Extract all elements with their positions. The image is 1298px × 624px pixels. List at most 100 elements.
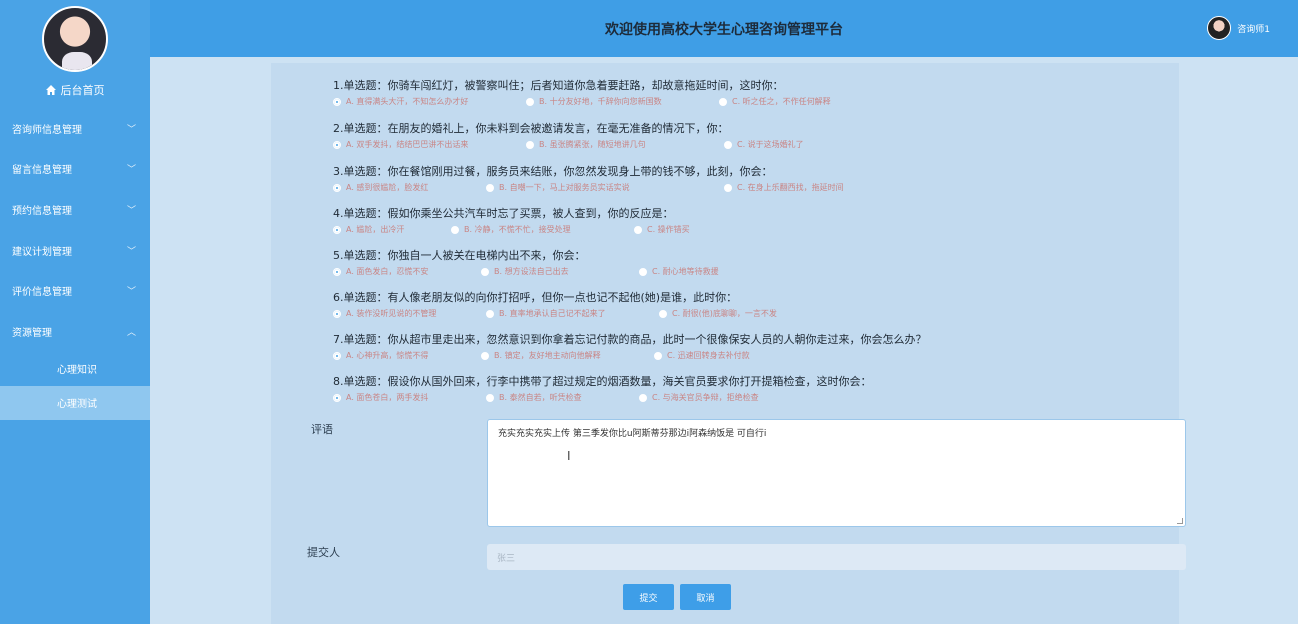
radio-icon[interactable]: [333, 225, 341, 234]
radio-icon[interactable]: [724, 183, 732, 192]
option-radio[interactable]: C. 操作错买: [634, 224, 690, 235]
option-radio[interactable]: B. 直率地承认自己记不起来了: [486, 308, 641, 319]
user-avatar[interactable]: [1207, 16, 1232, 40]
question-options: A. 心神升高，惊慌不得 B. 镇定，友好地主动向他解释 C. 迅速回转身去补付…: [333, 350, 1163, 361]
question-options: A. 装作没听见说的不管理 B. 直率地承认自己记不起来了 C. 耐很(他)底聊…: [333, 308, 1163, 319]
question-item: 2.单选题：在朋友的婚礼上，你未料到会被邀请发言，在毫无准备的情况下，你： A.…: [333, 120, 1163, 150]
sidebar-item-reviews[interactable]: 评价信息管理 ﹀: [0, 270, 150, 311]
comment-textarea[interactable]: 充实充实充实上传 第三季发你比u阿斯蒂芬那边i阿森纳饭是 可自行i: [487, 419, 1186, 527]
option-radio[interactable]: C. 听之任之，不作任何解释: [719, 96, 831, 107]
option-radio[interactable]: B. 十分友好地，千辞你向您新国数: [526, 96, 701, 107]
option-radio[interactable]: A. 尴尬，出冷汗: [333, 224, 433, 235]
question-item: 5.单选题：你独自一人被关在电梯内出不来，你会： A. 面色发白，忍慌不安 B.…: [333, 247, 1163, 277]
home-icon: [45, 85, 56, 95]
radio-icon[interactable]: [333, 393, 341, 402]
sidebar-item-label: 评价信息管理: [12, 287, 72, 299]
chevron-down-icon: ﹀: [126, 246, 136, 257]
sidebar: 后台首页 咨询师信息管理 ﹀ 留言信息管理 ﹀ 预约信息管理 ﹀ 建议计划管理 …: [0, 0, 150, 624]
sidebar-subitem-knowledge[interactable]: 心理知识: [0, 352, 150, 386]
radio-icon[interactable]: [451, 225, 459, 234]
option-radio[interactable]: C. 耐很(他)底聊聊，一言不发: [659, 308, 777, 319]
option-label: A. 尴尬，出冷汗: [346, 225, 405, 234]
radio-icon[interactable]: [486, 309, 494, 318]
option-label: C. 与海关官员争辩，拒绝检查: [652, 393, 759, 402]
radio-icon[interactable]: [486, 183, 494, 192]
option-radio[interactable]: A. 面色苍白，两手发抖: [333, 392, 468, 403]
option-radio[interactable]: B. 冷静，不慌不忙，接受处理: [451, 224, 616, 235]
resize-handle-icon[interactable]: [1177, 518, 1183, 524]
sidebar-item-plans[interactable]: 建议计划管理 ﹀: [0, 230, 150, 271]
radio-icon[interactable]: [639, 393, 647, 402]
test-form-panel: 1.单选题：你骑车闯红灯，被警察叫住；后者知道你急着要赶路，却故意拖延时间，这时…: [271, 63, 1186, 624]
option-radio[interactable]: B. 想方设法自己出去: [481, 266, 621, 277]
option-radio[interactable]: C. 耐心地等待救援: [639, 266, 719, 277]
question-options: A. 面色苍白，两手发抖 B. 泰然自若，听凭检查 C. 与海关官员争辩，拒绝检…: [333, 392, 1163, 403]
option-radio[interactable]: B. 虽张腾紧张，随短地讲几句: [526, 139, 706, 150]
cancel-button[interactable]: 取消: [680, 584, 731, 610]
radio-icon[interactable]: [639, 267, 647, 276]
option-radio[interactable]: C. 迅速回转身去补付款: [654, 350, 750, 361]
option-radio[interactable]: A. 直得满头大汗，不知怎么办才好: [333, 96, 508, 107]
sidebar-item-messages[interactable]: 留言信息管理 ﹀: [0, 149, 150, 190]
option-label: B. 镇定，友好地主动向他解释: [494, 351, 601, 360]
option-radio[interactable]: C. 说于这场婚礼了: [724, 139, 804, 150]
submitter-input[interactable]: 张三: [487, 544, 1186, 570]
radio-icon[interactable]: [654, 351, 662, 360]
top-header: 欢迎使用高校大学生心理咨询管理平台 咨询师1: [150, 0, 1298, 57]
question-text: 4.单选题：假如你乘坐公共汽车时忘了买票，被人查到，你的反应是：: [333, 207, 674, 220]
sidebar-home[interactable]: 后台首页: [0, 78, 150, 102]
option-radio[interactable]: A. 心神升高，惊慌不得: [333, 350, 463, 361]
radio-icon[interactable]: [659, 309, 667, 318]
option-radio[interactable]: C. 与海关官员争辩，拒绝检查: [639, 392, 759, 403]
radio-icon[interactable]: [333, 140, 341, 149]
question-item: 6.单选题：有人像老朋友似的向你打招呼，但你一点也记不起他(她)是谁，此时你： …: [333, 289, 1163, 319]
radio-icon[interactable]: [724, 140, 732, 149]
sidebar-home-label: 后台首页: [60, 84, 105, 97]
radio-icon[interactable]: [526, 97, 534, 106]
radio-icon[interactable]: [333, 309, 341, 318]
question-text: 5.单选题：你独自一人被关在电梯内出不来，你会：: [333, 249, 586, 262]
option-radio[interactable]: A. 面色发白，忍慌不安: [333, 266, 463, 277]
radio-icon[interactable]: [719, 97, 727, 106]
sidebar-item-appointments[interactable]: 预约信息管理 ﹀: [0, 189, 150, 230]
option-radio[interactable]: A. 装作没听见说的不管理: [333, 308, 468, 319]
avatar[interactable]: [42, 6, 108, 72]
radio-icon[interactable]: [486, 393, 494, 402]
option-radio[interactable]: A. 感到很尴尬，脸发红: [333, 182, 468, 193]
sidebar-subitem-test[interactable]: 心理测试: [0, 385, 150, 420]
chevron-down-icon: ﹀: [126, 124, 136, 135]
radio-icon[interactable]: [526, 140, 534, 149]
radio-icon[interactable]: [481, 267, 489, 276]
radio-icon[interactable]: [481, 351, 489, 360]
text-cursor-icon: I: [567, 449, 571, 463]
option-radio[interactable]: B. 镇定，友好地主动向他解释: [481, 350, 636, 361]
submitter-placeholder: 张三: [497, 554, 516, 564]
sidebar-item-label: 咨询师信息管理: [12, 124, 82, 136]
question-text: 7.单选题：你从超市里走出来，忽然意识到你拿着忘记付款的商品，此时一个很像保安人…: [333, 333, 927, 346]
user-menu[interactable]: 咨询师1: [1207, 16, 1270, 40]
radio-icon[interactable]: [333, 97, 341, 106]
question-text: 1.单选题：你骑车闯红灯，被警察叫住；后者知道你急着要赶路，却故意拖延时间，这时…: [333, 79, 784, 92]
sidebar-item-resources[interactable]: 资源管理 ︿: [0, 311, 150, 352]
page-title: 欢迎使用高校大学生心理咨询管理平台: [605, 22, 843, 38]
question-text: 8.单选题：假设你从国外回来，行李中携带了超过规定的烟酒数量，海关官员要求你打开…: [333, 375, 872, 388]
option-label: C. 说于这场婚礼了: [737, 140, 804, 149]
comment-label: 评语: [311, 423, 333, 436]
radio-icon[interactable]: [333, 267, 341, 276]
question-item: 3.单选题：你在餐馆刚用过餐，服务员来结账，你忽然发现身上带的钱不够，此刻，你会…: [333, 163, 1163, 193]
username: 咨询师1: [1237, 24, 1270, 35]
option-label: A. 感到很尴尬，脸发红: [346, 183, 429, 192]
radio-icon[interactable]: [333, 183, 341, 192]
option-radio[interactable]: B. 自嘲一下，马上对服务员实话实说: [486, 182, 706, 193]
question-item: 4.单选题：假如你乘坐公共汽车时忘了买票，被人查到，你的反应是： A. 尴尬，出…: [333, 205, 1163, 235]
option-radio[interactable]: C. 在身上乐翻西找，拖延时间: [724, 182, 844, 193]
option-label: A. 直得满头大汗，不知怎么办才好: [346, 97, 469, 106]
sidebar-item-counselor[interactable]: 咨询师信息管理 ﹀: [0, 108, 150, 149]
radio-icon[interactable]: [333, 351, 341, 360]
radio-icon[interactable]: [634, 225, 642, 234]
sidebar-item-label: 建议计划管理: [12, 246, 72, 258]
option-radio[interactable]: A. 双手发抖，结结巴巴讲不出话来: [333, 139, 508, 150]
option-radio[interactable]: B. 泰然自若，听凭检查: [486, 392, 621, 403]
question-text: 3.单选题：你在餐馆刚用过餐，服务员来结账，你忽然发现身上带的钱不够，此刻，你会…: [333, 165, 773, 178]
submit-button[interactable]: 提交: [623, 584, 674, 610]
